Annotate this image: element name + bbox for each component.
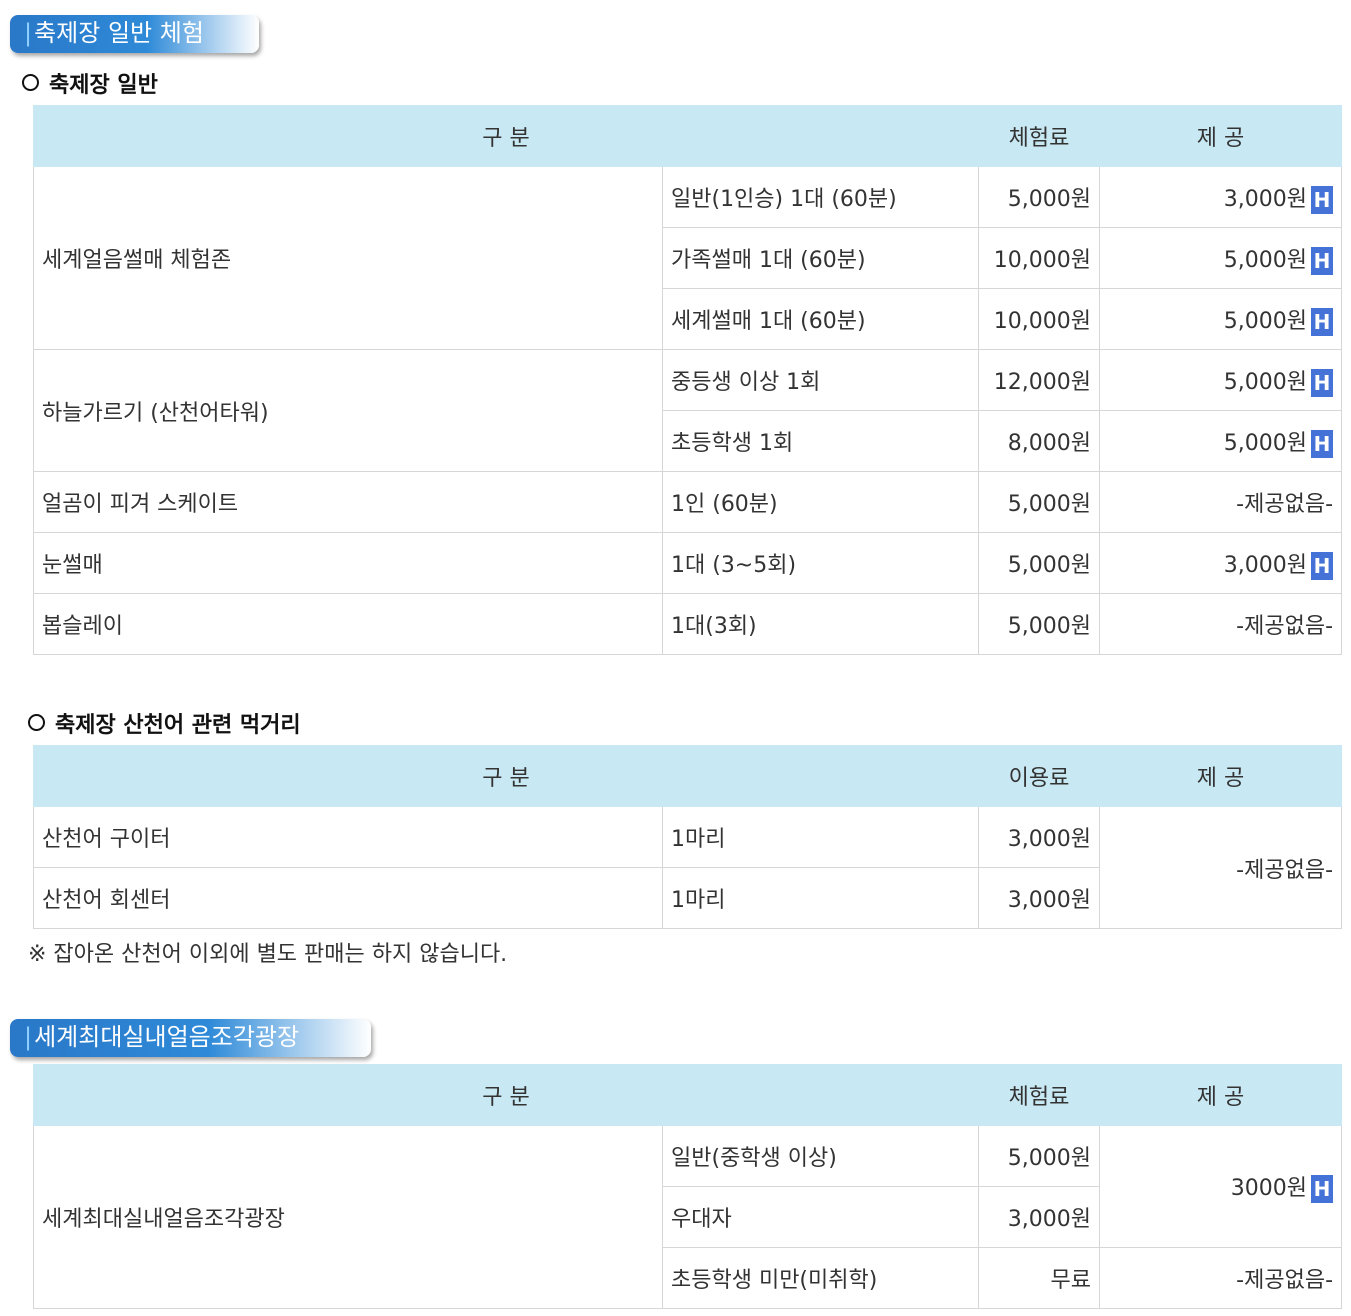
row-provide: -제공없음- <box>1099 471 1343 533</box>
row-fee: 3,000원 <box>978 806 1101 868</box>
row-fee: 8,000원 <box>978 410 1101 472</box>
row-provide: 5,000원 H <box>1099 288 1343 350</box>
header-category: 구 분 <box>32 105 980 167</box>
row-fee: 10,000원 <box>978 227 1101 289</box>
header-fee: 이용료 <box>978 745 1101 807</box>
header-category: 구 분 <box>32 1064 980 1126</box>
row-provide: -제공없음- <box>1099 1247 1343 1309</box>
row-name: 세계얼음썰매 체험존 <box>33 166 663 350</box>
h-badge-icon: H <box>1311 551 1334 580</box>
row-desc: 1대(3회) <box>661 593 980 655</box>
row-name: 산천어 회센터 <box>33 867 663 929</box>
row-name: 얼곰이 피겨 스케이트 <box>33 471 663 533</box>
row-fee: 10,000원 <box>978 288 1101 350</box>
table-header-row: 구 분 체험료 제 공 <box>32 1064 1343 1126</box>
ice-sculpture-table: 구 분 체험료 제 공 세계최대실내얼음조각광장 일반(중학생 이상) 5,00… <box>32 1064 1343 1309</box>
row-desc: 세계썰매 1대 (60분) <box>661 288 980 350</box>
tab-title: 세계최대실내얼음조각광장 <box>34 1023 300 1051</box>
table-row: 얼곰이 피겨 스케이트 1인 (60분) 5,000원 -제공없음- <box>33 471 1343 533</box>
table-row: 하늘가르기 (산천어타워) 중등생 이상 1회 12,000원 5,000원 H <box>33 349 1343 472</box>
row-provide: 3,000원 H <box>1099 166 1343 228</box>
header-provide: 제 공 <box>1099 1064 1343 1126</box>
festival-food-table: 구 분 이용료 제 공 산천어 구이터 1마리 3,000원 -제공없음- 산천… <box>32 745 1343 929</box>
provide-value: -제공없음- <box>1236 614 1334 639</box>
row-provide: -제공없음- <box>1099 593 1343 655</box>
row-provide: 3,000원 H <box>1099 532 1343 594</box>
row-provide: -제공없음- <box>1099 806 1343 929</box>
row-fee: 5,000원 <box>978 593 1101 655</box>
row-desc: 가족썰매 1대 (60분) <box>661 227 980 289</box>
table-header-row: 구 분 이용료 제 공 <box>32 745 1343 807</box>
provide-value: 3000원 <box>1230 1176 1308 1201</box>
row-fee: 3,000원 <box>978 867 1101 929</box>
subheading-festival-general: 축제장 일반 <box>22 67 158 99</box>
h-badge-icon: H <box>1311 246 1334 275</box>
festival-general-table: 구 분 체험료 제 공 세계얼음썰매 체험존 일반(1인승) 1대 (60분) … <box>32 105 1343 655</box>
row-desc: 1인 (60분) <box>661 471 980 533</box>
row-name: 눈썰매 <box>33 532 663 594</box>
row-desc: 일반(1인승) 1대 (60분) <box>661 166 980 228</box>
subheading-text: 축제장 일반 <box>49 73 158 98</box>
provide-value: 3,000원 <box>1223 552 1308 578</box>
header-fee: 체험료 <box>978 105 1101 167</box>
row-provide: 5,000원 H <box>1099 227 1343 289</box>
row-name: 산천어 구이터 <box>33 806 663 868</box>
h-badge-icon: H <box>1311 307 1334 336</box>
header-category: 구 분 <box>32 745 980 807</box>
row-desc: 우대자 <box>661 1186 980 1248</box>
section-tab-ice-sculpture: |세계최대실내얼음조각광장 <box>10 1019 371 1057</box>
food-note: ※ 잡아온 산천어 이외에 별도 판매는 하지 않습니다. <box>28 942 508 967</box>
subheading-festival-food: 축제장 산천어 관련 먹거리 <box>28 707 301 739</box>
h-badge-icon: H <box>1311 1175 1334 1203</box>
header-fee: 체험료 <box>978 1064 1101 1126</box>
table-row: 세계얼음썰매 체험존 일반(1인승) 1대 (60분) 5,000원 3,000… <box>33 166 1343 350</box>
subheading-text: 축제장 산천어 관련 먹거리 <box>55 713 301 738</box>
table-header-row: 구 분 체험료 제 공 <box>32 105 1343 167</box>
row-fee: 12,000원 <box>978 349 1101 411</box>
table-row: 봅슬레이 1대(3회) 5,000원 -제공없음- <box>33 593 1343 655</box>
row-desc: 1마리 <box>661 867 980 929</box>
row-desc: 초등학생 미만(미취학) <box>661 1247 980 1309</box>
row-fee: 무료 <box>978 1247 1101 1309</box>
provide-value: 5,000원 <box>1223 247 1308 273</box>
row-desc: 초등학생 1회 <box>661 410 980 472</box>
table-row: 눈썰매 1대 (3~5회) 5,000원 3,000원 H <box>33 532 1343 594</box>
row-provide: 3000원 H <box>1099 1125 1343 1248</box>
row-fee: 5,000원 <box>978 532 1101 594</box>
h-badge-icon: H <box>1311 368 1334 397</box>
row-fee: 5,000원 <box>978 166 1101 228</box>
row-name: 세계최대실내얼음조각광장 <box>33 1125 663 1309</box>
row-name: 봅슬레이 <box>33 593 663 655</box>
h-badge-icon: H <box>1311 429 1334 458</box>
row-desc: 중등생 이상 1회 <box>661 349 980 411</box>
row-provide: 5,000원 H <box>1099 410 1343 472</box>
provide-value: 5,000원 <box>1223 369 1308 395</box>
row-name: 하늘가르기 (산천어타워) <box>33 349 663 472</box>
header-provide: 제 공 <box>1099 105 1343 167</box>
row-desc: 1마리 <box>661 806 980 868</box>
provide-value: -제공없음- <box>1236 492 1334 517</box>
row-provide: 5,000원 H <box>1099 349 1343 411</box>
row-desc: 일반(중학생 이상) <box>661 1125 980 1187</box>
row-desc: 1대 (3~5회) <box>661 532 980 594</box>
h-badge-icon: H <box>1311 185 1334 214</box>
circle-bullet-icon <box>22 74 39 91</box>
tab-bar-glyph: | <box>24 19 33 47</box>
provide-value: 5,000원 <box>1223 308 1308 334</box>
table-row: 산천어 구이터 1마리 3,000원 -제공없음- <box>33 806 1343 929</box>
row-fee: 5,000원 <box>978 1125 1101 1187</box>
section-tab-festival-general: |축제장 일반 체험 <box>10 15 259 53</box>
table-row: 세계최대실내얼음조각광장 일반(중학생 이상) 5,000원 3000원 H <box>33 1125 1343 1309</box>
provide-value: 3,000원 <box>1223 186 1308 212</box>
tab-bar-glyph: | <box>24 1023 33 1051</box>
row-fee: 3,000원 <box>978 1186 1101 1248</box>
tab-title: 축제장 일반 체험 <box>34 19 204 47</box>
header-provide: 제 공 <box>1099 745 1343 807</box>
row-fee: 5,000원 <box>978 471 1101 533</box>
provide-value: 5,000원 <box>1223 430 1308 456</box>
circle-bullet-icon <box>28 714 45 731</box>
